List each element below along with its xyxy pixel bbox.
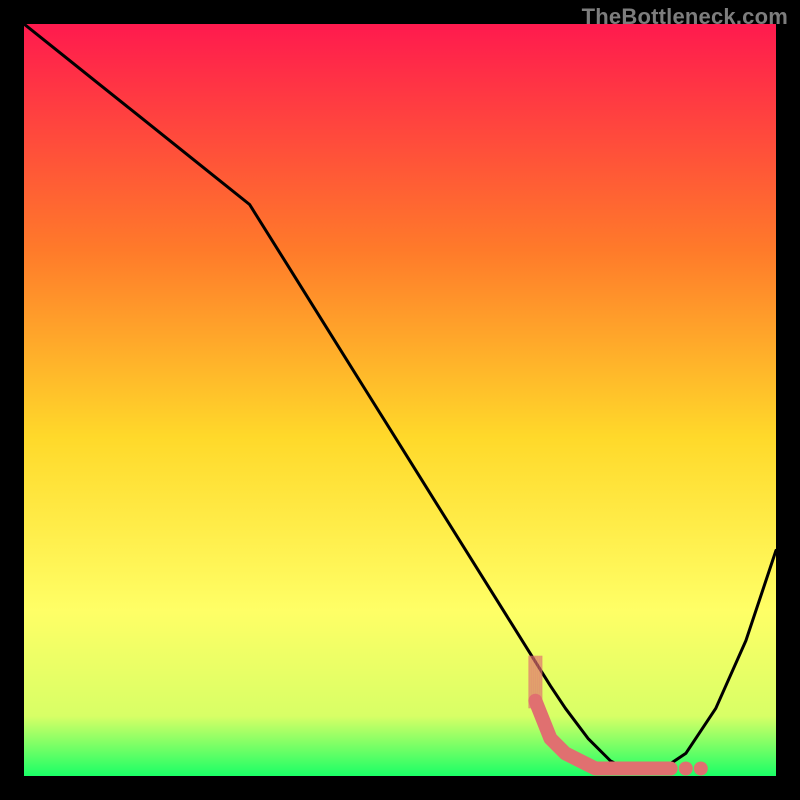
highlight-dot <box>694 762 708 776</box>
chart-plot-area <box>24 24 776 776</box>
gradient-background <box>24 24 776 776</box>
chart-svg <box>24 24 776 776</box>
highlight-dot <box>679 762 693 776</box>
